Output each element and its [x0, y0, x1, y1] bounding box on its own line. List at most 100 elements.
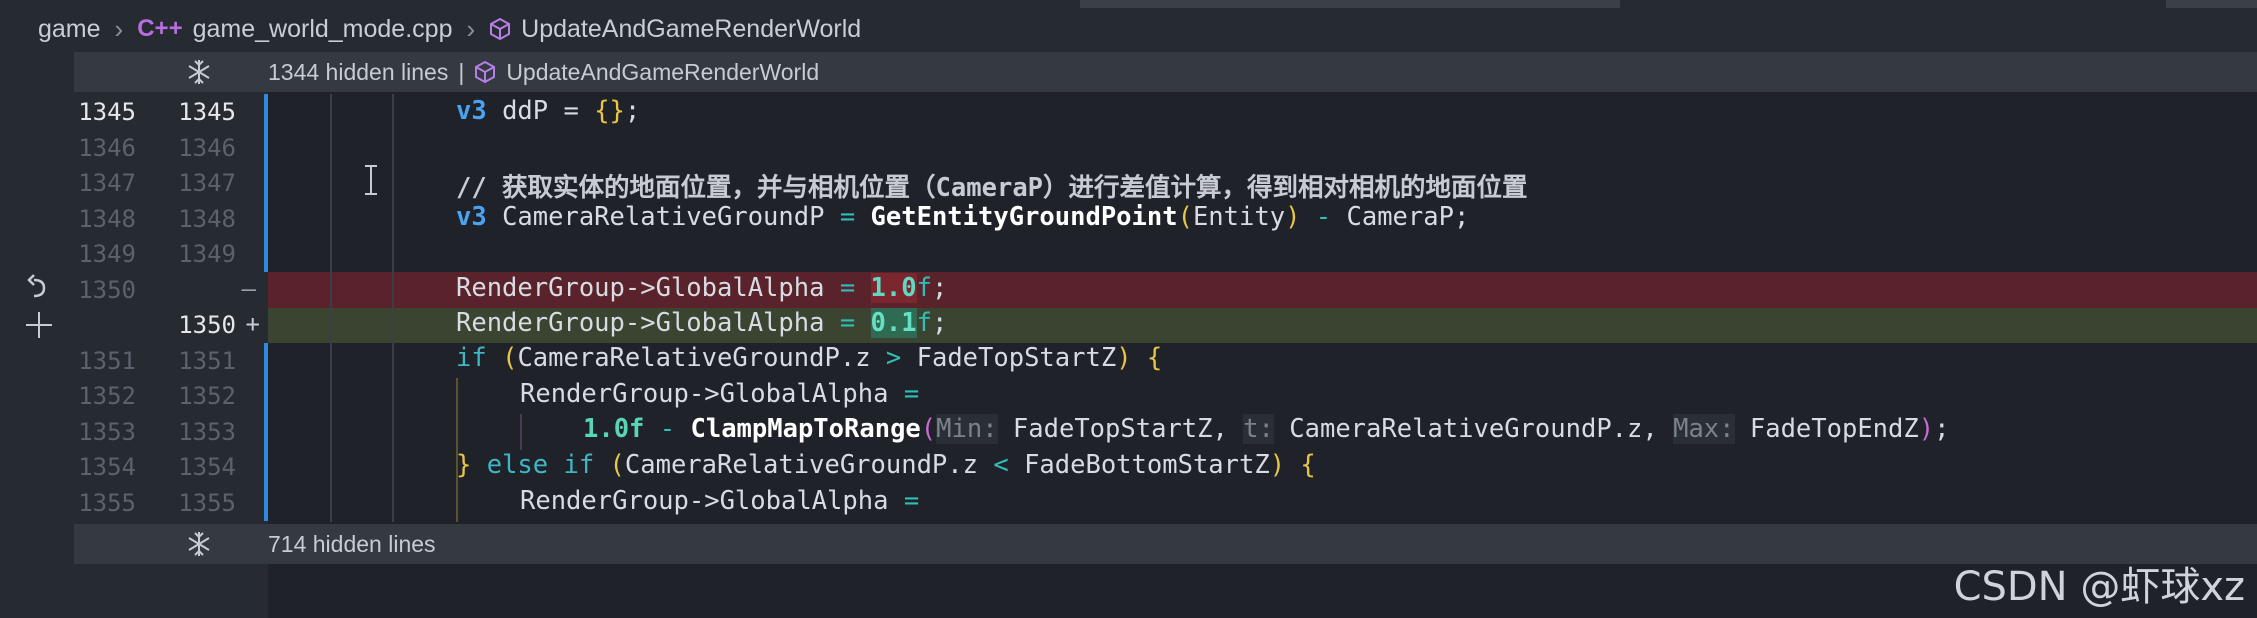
scrollbar-thumb-2[interactable] [2166, 0, 2257, 8]
code-line-1350-added[interactable]: RenderGroup->GlobalAlpha = 0.1f; [456, 308, 947, 338]
inlay-hint: Max: [1673, 414, 1735, 444]
operator: - [644, 414, 691, 444]
brace: { [594, 96, 610, 126]
code-text: FadeTopEndZ [1734, 414, 1919, 444]
operator: = [839, 202, 856, 232]
new-line-number: 1346 [178, 133, 236, 162]
operator: = [839, 273, 856, 303]
operator: = [903, 486, 920, 516]
suffix: f [916, 273, 932, 303]
code-text: ddP = [486, 96, 595, 126]
brace: { [1285, 450, 1316, 480]
old-line-number: 1354 [78, 453, 136, 481]
fold-region-bottom[interactable]: 714 hidden lines [74, 524, 2257, 564]
indent-guide [392, 94, 394, 522]
old-line-number: 1355 [78, 488, 136, 517]
inlay-hint: Min: [936, 414, 998, 444]
code-line-1352[interactable]: RenderGroup->GlobalAlpha = [520, 379, 919, 409]
text-cursor-icon [362, 164, 380, 200]
operator: - [1300, 202, 1347, 232]
old-line-number: 1345 [78, 98, 136, 126]
semicolon: ; [624, 96, 641, 126]
breadcrumb-file[interactable]: game_world_mode.cpp [193, 15, 453, 44]
code-text: FadeTopStartZ [901, 343, 1117, 373]
code-text: CameraRelativeGroundP.z, [1273, 414, 1674, 444]
code-line-1348[interactable]: v3 CameraRelativeGroundP = GetEntityGrou… [456, 202, 1469, 232]
old-line-number: 1346 [78, 133, 136, 162]
new-line-number: 1351 [178, 346, 236, 375]
new-line-number: 1347 [178, 169, 236, 197]
code-text: RenderGroup->GlobalAlpha [520, 379, 904, 409]
keyword: v3 [456, 96, 487, 126]
code-line-1345[interactable]: v3 ddP = {}; [456, 96, 640, 126]
breadcrumb-symbol[interactable]: UpdateAndGameRenderWorld [521, 15, 861, 44]
brace: { [1131, 343, 1163, 373]
brace: } [609, 96, 625, 126]
plus-icon[interactable] [24, 310, 54, 344]
semicolon: ; [931, 273, 948, 303]
code-line-1347-comment[interactable]: // 获取实体的地面位置，并与相机位置（CameraP）进行差值计算，得到相对相… [456, 167, 1528, 204]
symbol-cube-icon [474, 60, 496, 84]
indent-guide [330, 94, 332, 522]
code-text: RenderGroup->GlobalAlpha [520, 486, 904, 516]
hidden-lines-label: 1344 hidden lines [268, 58, 449, 85]
keyword: else if [471, 450, 610, 480]
paren: ( [1177, 202, 1193, 232]
revert-icon[interactable] [26, 274, 52, 308]
code-text: CameraP; [1346, 202, 1470, 232]
cpp-file-icon: C++ [137, 15, 183, 42]
paren: ( [502, 343, 518, 373]
code-line-1353[interactable]: 1.0f - ClampMapToRange(Min: FadeTopStart… [583, 414, 1949, 444]
code-line-1351[interactable]: if (CameraRelativeGroundP.z > FadeTopSta… [456, 343, 1162, 373]
keyword: v3 [456, 202, 487, 232]
operator: = [903, 379, 920, 409]
code-text: CameraRelativeGroundP.z [624, 450, 994, 480]
symbol-cube-icon [489, 17, 511, 41]
scrollbar-thumb[interactable] [1080, 0, 1620, 8]
new-line-number: 1353 [178, 417, 236, 446]
unfold-icon[interactable] [186, 58, 212, 92]
watermark: CSDN @虾球xz [1953, 564, 2245, 610]
breadcrumb: game › C++ game_world_mode.cpp › UpdateA… [0, 0, 2257, 58]
keyword: if [456, 343, 487, 373]
unfold-icon[interactable] [186, 530, 212, 564]
suffix: f [916, 308, 932, 338]
operator: < [993, 450, 1009, 480]
fold-region-top[interactable]: 1344 hidden lines | UpdateAndGameRenderW… [74, 52, 2257, 92]
old-line-number: 1351 [78, 346, 136, 375]
code-text: RenderGroup->GlobalAlpha [456, 308, 840, 338]
brace: } [456, 450, 472, 480]
fold-symbol-label: UpdateAndGameRenderWorld [506, 58, 820, 85]
breadcrumb-folder[interactable]: game [38, 15, 101, 44]
operator: > [885, 343, 902, 373]
old-line-number: 1350 [78, 275, 136, 304]
removed-marker: — [241, 275, 256, 303]
code-text: CameraRelativeGroundP [486, 202, 840, 232]
code-text: Entity [1192, 202, 1286, 232]
new-line-number: 1352 [178, 382, 236, 410]
new-line-number: 1348 [178, 204, 236, 233]
semicolon: ; [931, 308, 948, 338]
added-marker: + [245, 310, 260, 338]
change-indicator[interactable] [264, 343, 268, 521]
old-line-number: 1348 [78, 204, 136, 233]
change-indicator[interactable] [264, 94, 268, 272]
hidden-lines-label: 714 hidden lines [268, 530, 436, 557]
code-line-1355[interactable]: RenderGroup->GlobalAlpha = [520, 486, 919, 516]
code-line-1354[interactable]: } else if (CameraRelativeGroundP.z < Fad… [456, 450, 1316, 480]
code-line-1350-removed[interactable]: RenderGroup->GlobalAlpha = 1.0f; [456, 273, 947, 303]
old-line-number: 1347 [78, 169, 136, 197]
new-line-number: 1355 [178, 488, 236, 517]
number-literal: 1.0f [583, 414, 645, 444]
operator: = [839, 308, 856, 338]
code-text: RenderGroup->GlobalAlpha [456, 273, 840, 303]
indent-guide-nested [520, 414, 522, 450]
function-name: ClampMapToRange [690, 414, 921, 444]
number-literal-added: 0.1 [870, 308, 917, 338]
old-line-number: 1352 [78, 382, 136, 410]
semicolon: ; [1934, 414, 1950, 444]
old-line-number: 1353 [78, 417, 136, 446]
